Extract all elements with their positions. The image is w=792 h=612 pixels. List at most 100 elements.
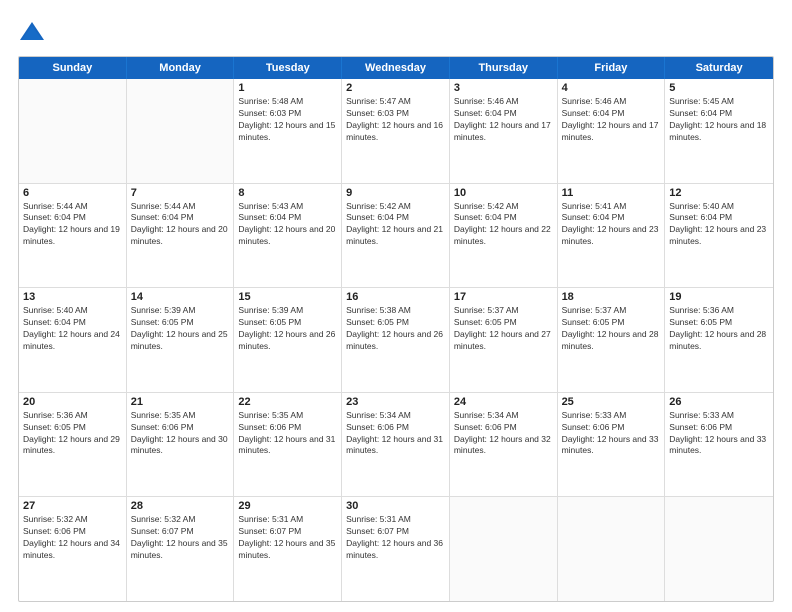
day-cell-8: 8Sunrise: 5:43 AM Sunset: 6:04 PM Daylig… bbox=[234, 184, 342, 288]
day-cell-16: 16 Sunrise: 5:38 AM Sunset: 6:05 PM Dayli… bbox=[342, 288, 450, 392]
day-number: 8 bbox=[238, 187, 337, 199]
cell-info: Sunrise: 5:44 AM Sunset: 6:04 PM Dayligh… bbox=[131, 201, 230, 249]
header-day-wednesday: Wednesday bbox=[342, 57, 450, 79]
day-cell-6: 6 Sunrise: 5:44 AM Sunset: 6:04 PM Daylig… bbox=[19, 184, 127, 288]
header-day-sunday: Sunday bbox=[19, 57, 127, 79]
empty-cell bbox=[127, 79, 235, 183]
cell-info: Sunrise: 5:34 AM Sunset: 6:06 PM Dayligh… bbox=[454, 410, 553, 458]
day-cell-7: 7 Sunrise: 5:44 AM Sunset: 6:04 PM Daylig… bbox=[127, 184, 235, 288]
cell-info: Sunrise: 5:42 AM Sunset: 6:04 PM Dayligh… bbox=[346, 201, 445, 249]
day-cell-13: 13 Sunrise: 5:40 AM Sunset: 6:04 PM Dayli… bbox=[19, 288, 127, 392]
day-cell-30: 30 Sunrise: 5:31 AM Sunset: 6:07 PM Dayli… bbox=[342, 497, 450, 601]
cell-info: Sunrise: 5:37 AM Sunset: 6:05 PM Dayligh… bbox=[454, 305, 553, 353]
header bbox=[18, 18, 774, 46]
day-number: 27 bbox=[23, 500, 122, 512]
cell-info: Sunrise: 5:33 AM Sunset: 6:06 PM Dayligh… bbox=[669, 410, 769, 458]
day-number: 7 bbox=[131, 187, 230, 199]
empty-cell bbox=[558, 497, 666, 601]
header-day-friday: Friday bbox=[558, 57, 666, 79]
day-number: 4 bbox=[562, 82, 661, 94]
day-cell-26: 26 Sunrise: 5:33 AM Sunset: 6:06 PM Dayli… bbox=[665, 393, 773, 497]
cell-info: Sunrise: 5:44 AM Sunset: 6:04 PM Dayligh… bbox=[23, 201, 122, 249]
day-number: 5 bbox=[669, 82, 769, 94]
day-cell-5: 5 Sunrise: 5:45 AM Sunset: 6:04 PM Daylig… bbox=[665, 79, 773, 183]
cell-info: Sunrise: 5:36 AM Sunset: 6:05 PM Dayligh… bbox=[669, 305, 769, 353]
day-number: 21 bbox=[131, 396, 230, 408]
day-cell-9: 9Sunrise: 5:42 AM Sunset: 6:04 PM Daylig… bbox=[342, 184, 450, 288]
cell-info: Sunrise: 5:48 AM Sunset: 6:03 PM Dayligh… bbox=[238, 96, 337, 144]
day-cell-20: 20Sunrise: 5:36 AM Sunset: 6:05 PM Dayli… bbox=[19, 393, 127, 497]
day-number: 24 bbox=[454, 396, 553, 408]
day-number: 14 bbox=[131, 291, 230, 303]
cell-info: Sunrise: 5:46 AM Sunset: 6:04 PM Dayligh… bbox=[562, 96, 661, 144]
calendar: SundayMondayTuesdayWednesdayThursdayFrid… bbox=[18, 56, 774, 602]
day-number: 15 bbox=[238, 291, 337, 303]
cell-info: Sunrise: 5:36 AM Sunset: 6:05 PM Dayligh… bbox=[23, 410, 122, 458]
day-cell-19: 19Sunrise: 5:36 AM Sunset: 6:05 PM Dayli… bbox=[665, 288, 773, 392]
day-cell-3: 3Sunrise: 5:46 AM Sunset: 6:04 PM Daylig… bbox=[450, 79, 558, 183]
cell-info: Sunrise: 5:31 AM Sunset: 6:07 PM Dayligh… bbox=[238, 514, 337, 562]
cell-info: Sunrise: 5:40 AM Sunset: 6:04 PM Dayligh… bbox=[669, 201, 769, 249]
day-number: 22 bbox=[238, 396, 337, 408]
page: SundayMondayTuesdayWednesdayThursdayFrid… bbox=[0, 0, 792, 612]
calendar-header: SundayMondayTuesdayWednesdayThursdayFrid… bbox=[19, 57, 773, 79]
day-number: 17 bbox=[454, 291, 553, 303]
calendar-week-2: 6 Sunrise: 5:44 AM Sunset: 6:04 PM Daylig… bbox=[19, 184, 773, 289]
cell-info: Sunrise: 5:35 AM Sunset: 6:06 PM Dayligh… bbox=[238, 410, 337, 458]
cell-info: Sunrise: 5:41 AM Sunset: 6:04 PM Dayligh… bbox=[562, 201, 661, 249]
day-number: 18 bbox=[562, 291, 661, 303]
day-cell-12: 12 Sunrise: 5:40 AM Sunset: 6:04 PM Dayli… bbox=[665, 184, 773, 288]
cell-info: Sunrise: 5:46 AM Sunset: 6:04 PM Dayligh… bbox=[454, 96, 553, 144]
day-cell-22: 22 Sunrise: 5:35 AM Sunset: 6:06 PM Dayli… bbox=[234, 393, 342, 497]
day-number: 26 bbox=[669, 396, 769, 408]
cell-info: Sunrise: 5:34 AM Sunset: 6:06 PM Dayligh… bbox=[346, 410, 445, 458]
cell-info: Sunrise: 5:35 AM Sunset: 6:06 PM Dayligh… bbox=[131, 410, 230, 458]
calendar-week-1: 1 Sunrise: 5:48 AM Sunset: 6:03 PM Daylig… bbox=[19, 79, 773, 184]
day-cell-10: 10 Sunrise: 5:42 AM Sunset: 6:04 PM Dayli… bbox=[450, 184, 558, 288]
cell-info: Sunrise: 5:45 AM Sunset: 6:04 PM Dayligh… bbox=[669, 96, 769, 144]
day-number: 6 bbox=[23, 187, 122, 199]
cell-info: Sunrise: 5:32 AM Sunset: 6:06 PM Dayligh… bbox=[23, 514, 122, 562]
day-cell-24: 24 Sunrise: 5:34 AM Sunset: 6:06 PM Dayli… bbox=[450, 393, 558, 497]
cell-info: Sunrise: 5:31 AM Sunset: 6:07 PM Dayligh… bbox=[346, 514, 445, 562]
header-day-thursday: Thursday bbox=[450, 57, 558, 79]
header-day-monday: Monday bbox=[127, 57, 235, 79]
day-number: 30 bbox=[346, 500, 445, 512]
day-number: 16 bbox=[346, 291, 445, 303]
day-number: 28 bbox=[131, 500, 230, 512]
day-cell-25: 25 Sunrise: 5:33 AM Sunset: 6:06 PM Dayli… bbox=[558, 393, 666, 497]
cell-info: Sunrise: 5:40 AM Sunset: 6:04 PM Dayligh… bbox=[23, 305, 122, 353]
day-cell-11: 11 Sunrise: 5:41 AM Sunset: 6:04 PM Dayli… bbox=[558, 184, 666, 288]
day-cell-14: 14 Sunrise: 5:39 AM Sunset: 6:05 PM Dayli… bbox=[127, 288, 235, 392]
day-number: 11 bbox=[562, 187, 661, 199]
cell-info: Sunrise: 5:47 AM Sunset: 6:03 PM Dayligh… bbox=[346, 96, 445, 144]
cell-info: Sunrise: 5:39 AM Sunset: 6:05 PM Dayligh… bbox=[131, 305, 230, 353]
day-number: 23 bbox=[346, 396, 445, 408]
cell-info: Sunrise: 5:38 AM Sunset: 6:05 PM Dayligh… bbox=[346, 305, 445, 353]
header-day-saturday: Saturday bbox=[665, 57, 773, 79]
logo bbox=[18, 18, 50, 46]
day-number: 1 bbox=[238, 82, 337, 94]
day-cell-15: 15 Sunrise: 5:39 AM Sunset: 6:05 PM Dayli… bbox=[234, 288, 342, 392]
cell-info: Sunrise: 5:33 AM Sunset: 6:06 PM Dayligh… bbox=[562, 410, 661, 458]
day-cell-21: 21 Sunrise: 5:35 AM Sunset: 6:06 PM Dayli… bbox=[127, 393, 235, 497]
day-cell-28: 28Sunrise: 5:32 AM Sunset: 6:07 PM Dayli… bbox=[127, 497, 235, 601]
day-number: 2 bbox=[346, 82, 445, 94]
empty-cell bbox=[19, 79, 127, 183]
day-cell-17: 17 Sunrise: 5:37 AM Sunset: 6:05 PM Dayli… bbox=[450, 288, 558, 392]
calendar-week-4: 20Sunrise: 5:36 AM Sunset: 6:05 PM Dayli… bbox=[19, 393, 773, 498]
day-cell-27: 27 Sunrise: 5:32 AM Sunset: 6:06 PM Dayli… bbox=[19, 497, 127, 601]
day-cell-2: 2 Sunrise: 5:47 AM Sunset: 6:03 PM Daylig… bbox=[342, 79, 450, 183]
day-number: 29 bbox=[238, 500, 337, 512]
cell-info: Sunrise: 5:42 AM Sunset: 6:04 PM Dayligh… bbox=[454, 201, 553, 249]
cell-info: Sunrise: 5:39 AM Sunset: 6:05 PM Dayligh… bbox=[238, 305, 337, 353]
calendar-week-3: 13 Sunrise: 5:40 AM Sunset: 6:04 PM Dayli… bbox=[19, 288, 773, 393]
day-number: 25 bbox=[562, 396, 661, 408]
day-number: 12 bbox=[669, 187, 769, 199]
day-number: 10 bbox=[454, 187, 553, 199]
day-number: 13 bbox=[23, 291, 122, 303]
cell-info: Sunrise: 5:37 AM Sunset: 6:05 PM Dayligh… bbox=[562, 305, 661, 353]
day-cell-1: 1 Sunrise: 5:48 AM Sunset: 6:03 PM Daylig… bbox=[234, 79, 342, 183]
logo-icon bbox=[18, 18, 46, 46]
calendar-week-5: 27 Sunrise: 5:32 AM Sunset: 6:06 PM Dayli… bbox=[19, 497, 773, 601]
